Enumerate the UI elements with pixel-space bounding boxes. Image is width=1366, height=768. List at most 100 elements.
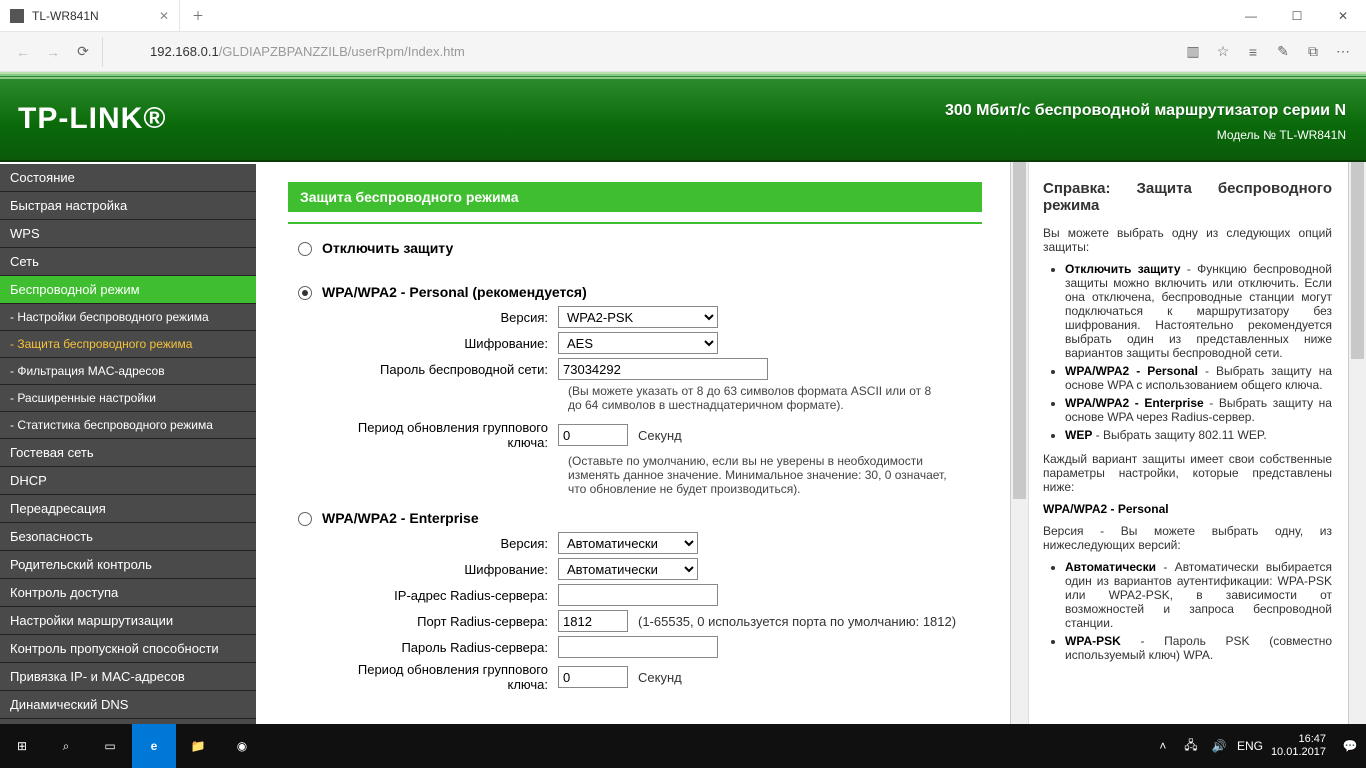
reading-mode-icon[interactable]: ≡ bbox=[1238, 37, 1268, 67]
help-bullet: WPA/WPA2 - Enterprise - Выбрать защиту н… bbox=[1065, 396, 1332, 424]
banner-model: Модель № TL-WR841N bbox=[1217, 128, 1346, 142]
window-maximize-button[interactable]: ☐ bbox=[1274, 0, 1320, 31]
label-version: Версия: bbox=[318, 310, 548, 325]
forward-button[interactable]: → bbox=[38, 37, 68, 67]
tray-notifications-icon[interactable]: 💬 bbox=[1340, 739, 1360, 753]
radio-icon[interactable] bbox=[298, 512, 312, 526]
label-cipher: Шифрование: bbox=[318, 336, 548, 351]
help-bullet: WEP - Выбрать защиту 802.11 WEP. bbox=[1065, 428, 1332, 442]
sidebar-item[interactable]: Быстрая настройка bbox=[0, 192, 256, 220]
help-intro: Вы можете выбрать одну из следующих опци… bbox=[1043, 226, 1332, 254]
sidebar-nav: СостояниеБыстрая настройкаWPSСетьБеспров… bbox=[0, 162, 260, 724]
sidebar-item[interactable]: WPS bbox=[0, 220, 256, 248]
label-radius-pw: Пароль Radius-сервера: bbox=[318, 640, 548, 655]
tray-network-icon[interactable]: 🖧 bbox=[1181, 736, 1201, 757]
task-view-icon[interactable]: ▭ bbox=[88, 724, 132, 768]
sidebar-item[interactable]: Переадресация bbox=[0, 495, 256, 523]
sidebar-item[interactable]: Динамический DNS bbox=[0, 691, 256, 719]
sidebar-item[interactable]: Состояние bbox=[0, 164, 256, 192]
window-minimize-button[interactable]: — bbox=[1228, 0, 1274, 31]
label-groupkey: Период обновления группового ключа: bbox=[318, 662, 548, 692]
input-radius-ip[interactable] bbox=[558, 584, 718, 606]
sidebar-item[interactable]: Гостевая сеть bbox=[0, 439, 256, 467]
notes-icon[interactable]: ✎ bbox=[1268, 37, 1298, 67]
tab-title: TL-WR841N bbox=[32, 9, 99, 23]
share-icon[interactable]: ⧉ bbox=[1298, 37, 1328, 67]
help-scrollbar[interactable] bbox=[1348, 162, 1366, 724]
main-content: Защита беспроводного режима Отключить за… bbox=[260, 162, 1010, 724]
tray-up-icon[interactable]: ˄ bbox=[1153, 739, 1173, 753]
help-panel: Справка: Защита беспроводного режима Вы … bbox=[1028, 162, 1348, 724]
tray-volume-icon[interactable]: 🔊 bbox=[1209, 739, 1229, 753]
page-banner: TP-LINK® 300 Мбит/с беспроводной маршрут… bbox=[0, 72, 1366, 162]
sidebar-item[interactable]: - Фильтрация MAC-адресов bbox=[0, 358, 256, 385]
taskbar-app-chrome[interactable]: ◉ bbox=[220, 724, 264, 768]
taskbar-app-explorer[interactable]: 📁 bbox=[176, 724, 220, 768]
favorites-icon[interactable]: ☆ bbox=[1208, 37, 1238, 67]
input-radius-port[interactable] bbox=[558, 610, 628, 632]
sidebar-item[interactable]: - Защита беспроводного режима bbox=[0, 331, 256, 358]
option-disable-security[interactable]: Отключить защиту bbox=[298, 240, 982, 256]
browser-toolbar: ← → ⟳ 192.168.0.1/GLDIAPZBPANZZILB/userR… bbox=[0, 32, 1366, 72]
label-groupkey: Период обновления группового ключа: bbox=[318, 420, 548, 450]
note-psk: (Вы можете указать от 8 до 63 символов ф… bbox=[568, 384, 948, 412]
select-ent-version[interactable]: Автоматически bbox=[558, 532, 698, 554]
label-version: Версия: bbox=[318, 536, 548, 551]
tray-clock[interactable]: 16:4710.01.2017 bbox=[1265, 733, 1332, 759]
radio-icon[interactable] bbox=[298, 286, 312, 300]
help-bullet: Отключить защиту - Функцию беспроводной … bbox=[1065, 262, 1332, 360]
sidebar-item[interactable]: Безопасность bbox=[0, 523, 256, 551]
option-wpa-personal[interactable]: WPA/WPA2 - Personal (рекомендуется) bbox=[298, 284, 982, 300]
new-tab-button[interactable]: ＋ bbox=[180, 0, 216, 31]
router-page: TP-LINK® 300 Мбит/с беспроводной маршрут… bbox=[0, 72, 1366, 724]
sidebar-item[interactable]: - Расширенные настройки bbox=[0, 385, 256, 412]
input-personal-gk[interactable] bbox=[558, 424, 628, 446]
sidebar-item[interactable]: - Статистика беспроводного режима bbox=[0, 412, 256, 439]
window-close-button[interactable]: ✕ bbox=[1320, 0, 1366, 31]
sidebar-item[interactable]: Привязка IP- и MAC-адресов bbox=[0, 663, 256, 691]
select-ent-cipher[interactable]: Автоматически bbox=[558, 558, 698, 580]
help-bullet: WPA-PSK - Пароль PSK (совместно использу… bbox=[1065, 634, 1332, 662]
input-psk[interactable] bbox=[558, 358, 768, 380]
radio-icon[interactable] bbox=[298, 242, 312, 256]
brand-logo: TP-LINK® bbox=[18, 102, 166, 136]
sidebar-item[interactable]: Беспроводной режим bbox=[0, 276, 256, 304]
sidebar-item[interactable]: Настройки маршрутизации bbox=[0, 607, 256, 635]
favicon bbox=[10, 9, 24, 23]
sidebar-item[interactable]: - Настройки беспроводного режима bbox=[0, 304, 256, 331]
help-bullet: Автоматически - Автоматически выбирается… bbox=[1065, 560, 1332, 630]
address-bar[interactable]: 192.168.0.1/GLDIAPZBPANZZILB/userRpm/Ind… bbox=[150, 44, 465, 59]
sidebar-item[interactable]: Контроль пропускной способности bbox=[0, 635, 256, 663]
sidebar-item[interactable]: Сеть bbox=[0, 248, 256, 276]
page-heading: Защита беспроводного режима bbox=[288, 182, 982, 212]
sidebar-item[interactable]: Контроль доступа bbox=[0, 579, 256, 607]
help-bullet: WPA/WPA2 - Personal - Выбрать защиту на … bbox=[1065, 364, 1332, 392]
tray-lang[interactable]: ENG bbox=[1237, 739, 1257, 753]
refresh-button[interactable]: ⟳ bbox=[68, 37, 98, 67]
back-button[interactable]: ← bbox=[8, 37, 38, 67]
windows-taskbar: ⊞ ⌕ ▭ e 📁 ◉ ˄ 🖧 🔊 ENG 16:4710.01.2017 💬 bbox=[0, 724, 1366, 768]
note-gk: (Оставьте по умолчанию, если вы не увере… bbox=[568, 454, 948, 496]
taskbar-app-edge[interactable]: e bbox=[132, 724, 176, 768]
main-scrollbar[interactable] bbox=[1010, 162, 1028, 724]
search-icon[interactable]: ⌕ bbox=[44, 724, 88, 768]
option-wpa-enterprise[interactable]: WPA/WPA2 - Enterprise bbox=[298, 510, 982, 526]
input-radius-pw[interactable] bbox=[558, 636, 718, 658]
start-button[interactable]: ⊞ bbox=[0, 724, 44, 768]
label-radius-ip: IP-адрес Radius-сервера: bbox=[318, 588, 548, 603]
select-personal-version[interactable]: WPA2-PSK bbox=[558, 306, 718, 328]
reading-list-icon[interactable]: ▥ bbox=[1178, 37, 1208, 67]
input-ent-gk[interactable] bbox=[558, 666, 628, 688]
browser-tab[interactable]: TL-WR841N ✕ bbox=[0, 0, 180, 31]
select-personal-cipher[interactable]: AES bbox=[558, 332, 718, 354]
tab-close-icon[interactable]: ✕ bbox=[159, 9, 169, 23]
sidebar-item[interactable]: DHCP bbox=[0, 467, 256, 495]
label-psk: Пароль беспроводной сети: bbox=[318, 362, 548, 377]
help-title: Справка: Защита беспроводного режима bbox=[1043, 180, 1332, 214]
more-icon[interactable]: ⋯ bbox=[1328, 37, 1358, 67]
banner-title: 300 Мбит/с беспроводной маршрутизатор се… bbox=[945, 102, 1346, 120]
label-radius-port: Порт Radius-сервера: bbox=[318, 614, 548, 629]
browser-tab-strip: TL-WR841N ✕ ＋ — ☐ ✕ bbox=[0, 0, 1366, 32]
sidebar-item[interactable]: Родительский контроль bbox=[0, 551, 256, 579]
label-cipher: Шифрование: bbox=[318, 562, 548, 577]
